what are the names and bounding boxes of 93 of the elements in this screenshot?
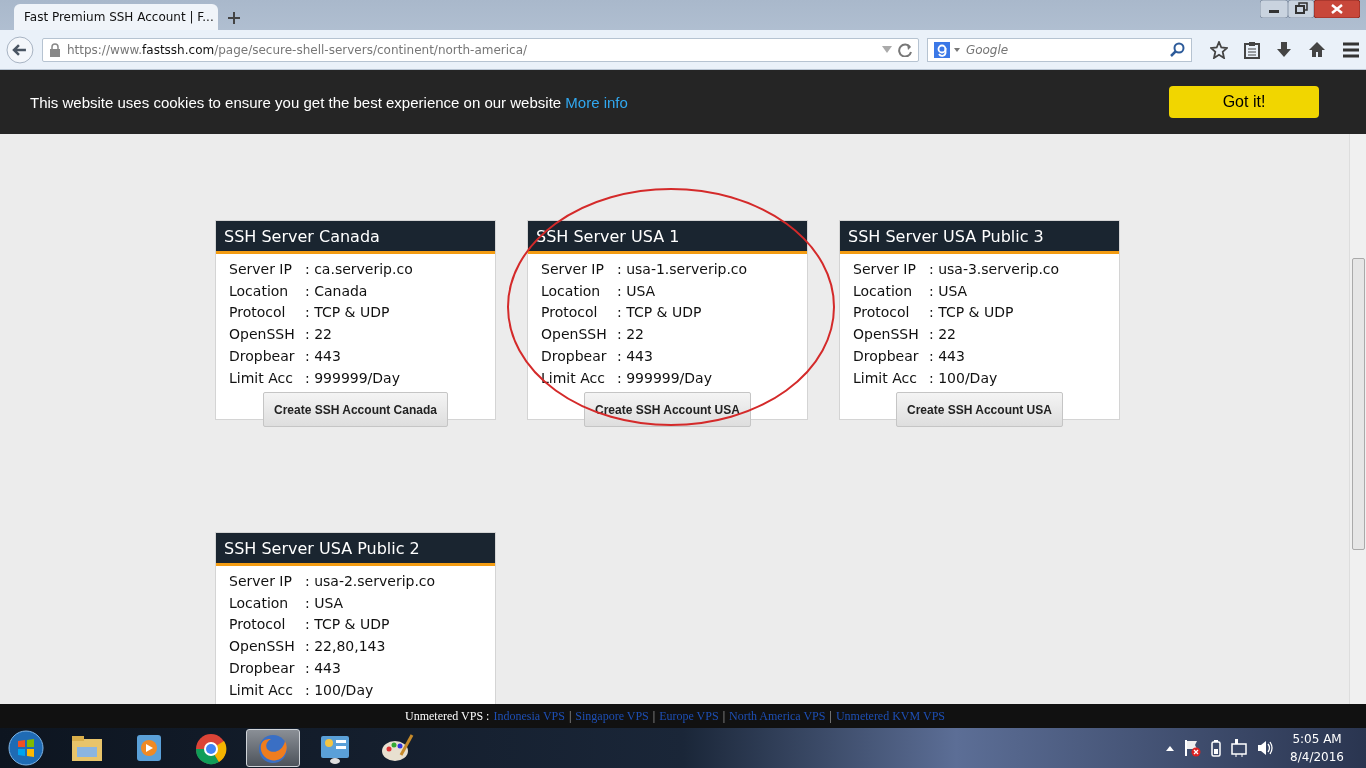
field-value: : 100/Day [929,368,999,388]
plus-icon[interactable] [228,12,240,24]
home-icon[interactable] [1308,41,1326,58]
field-value: : Canada [305,281,369,301]
start-button[interactable] [8,730,44,766]
field-value: : 443 [305,346,342,366]
field-label: OpenSSH [853,325,920,345]
field-label: Server IP [229,260,293,279]
card-title: SSH Server USA 1 [528,221,807,254]
field-value: : TCP & UDP [929,303,1015,323]
card-title: SSH Server USA Public 3 [840,221,1119,254]
separator: | [568,708,572,724]
download-icon[interactable] [1276,41,1292,58]
field-value: : USA [929,281,969,301]
field-value: : 22 [617,325,645,345]
field-value: : TCP & UDP [617,303,703,323]
close-icon[interactable] [1314,0,1360,18]
browser-icon [193,731,229,765]
field-label: OpenSSH [229,637,296,657]
field-label: Dropbear [853,346,920,366]
field-label: Location [229,281,290,301]
field-label: Limit Acc [853,368,918,388]
field-value: : USA [617,281,657,301]
field-value: : usa-2.serverip.co [305,572,437,591]
search-icon[interactable] [1170,42,1185,57]
field-value: : 999999/Day [305,368,401,388]
clock-date[interactable]: 8/4/2016 [1290,748,1344,766]
field-value: : 22,80,143 [305,637,387,657]
field-label: Limit Acc [229,680,294,700]
clipboard-icon[interactable] [1244,40,1260,59]
field-label: Location [229,593,290,613]
field-label: Limit Acc [229,368,294,388]
scrollbar-thumb[interactable] [1352,258,1365,550]
address-field[interactable]: https://www.fastssh.com/page/secure-shell-servers/continent/north-america/ [41,37,919,62]
field-label: Server IP [229,572,293,591]
accept-cookies-button[interactable]: Got it! [1169,86,1319,118]
battery-icon[interactable] [1211,739,1222,757]
field-value: : ca.serverip.co [305,260,414,279]
field-value: : 443 [929,346,966,366]
field-label: Protocol [229,615,287,635]
field-value: : 999999/Day [617,368,713,388]
card-title: SSH Server Canada [216,221,495,254]
lock-icon [48,42,61,57]
bookmark-star-icon[interactable] [1210,40,1228,59]
more-info-link[interactable]: More info [565,93,628,111]
field-label: Dropbear [541,346,608,366]
caret-icon[interactable] [1166,744,1175,752]
minimize-icon[interactable] [1260,0,1288,18]
search-bar[interactable]: Google [926,37,1192,62]
field-label: Protocol [541,303,599,323]
caret-icon[interactable] [953,47,960,52]
cookie-message: This website uses cookies to ensure you get the best experience on our website More info [30,93,629,111]
field-label: Location [541,281,602,301]
back-icon[interactable] [6,35,34,64]
field-value: : USA [305,593,345,613]
tab-title: Fast Premium SSH Account | F... [24,10,214,24]
create-account-button[interactable]: Create SSH Account USA [584,392,751,428]
search-engine-icon[interactable] [933,41,950,58]
field-value: : 22 [929,325,957,345]
network-icon[interactable] [1231,739,1248,757]
separator: | [722,708,726,724]
scrollbar[interactable] [1349,134,1366,704]
menu-icon[interactable] [1342,40,1360,59]
reload-icon[interactable] [897,42,912,57]
clock-time[interactable]: 5:05 AM [1292,730,1342,748]
field-value: : 443 [305,658,342,678]
field-label: OpenSSH [229,325,296,345]
field-value: : usa-1.serverip.co [617,260,749,279]
field-value: : 443 [617,346,654,366]
field-label: Dropbear [229,346,296,366]
separator: | [652,708,656,724]
field-value: : 22 [305,325,333,345]
field-value: : 100/Day [305,680,375,700]
separator: | [829,708,832,724]
field-label: Server IP [541,260,605,279]
flag-icon[interactable] [1184,739,1202,757]
field-label: Server IP [853,260,917,279]
field-label: OpenSSH [541,325,608,345]
speaker-icon[interactable] [1257,739,1275,757]
card-title: SSH Server USA Public 2 [216,533,495,566]
field-value: : TCP & UDP [305,303,391,323]
field-value: : usa-3.serverip.co [929,260,1061,279]
field-label: Location [853,281,914,301]
create-account-button[interactable]: Create SSH Account Canada [263,392,448,428]
field-label: Protocol [229,303,287,323]
field-label: Protocol [853,303,911,323]
field-label: Limit Acc [541,368,606,388]
footer-label: Unmetered VPS : [405,708,490,724]
field-value: : TCP & UDP [305,615,391,635]
browser-tab[interactable]: Fast Premium SSH Account | F... [14,4,218,30]
create-account-button[interactable]: Create SSH Account USA [896,392,1063,428]
field-label: Dropbear [229,658,296,678]
restore-icon[interactable] [1288,0,1314,18]
